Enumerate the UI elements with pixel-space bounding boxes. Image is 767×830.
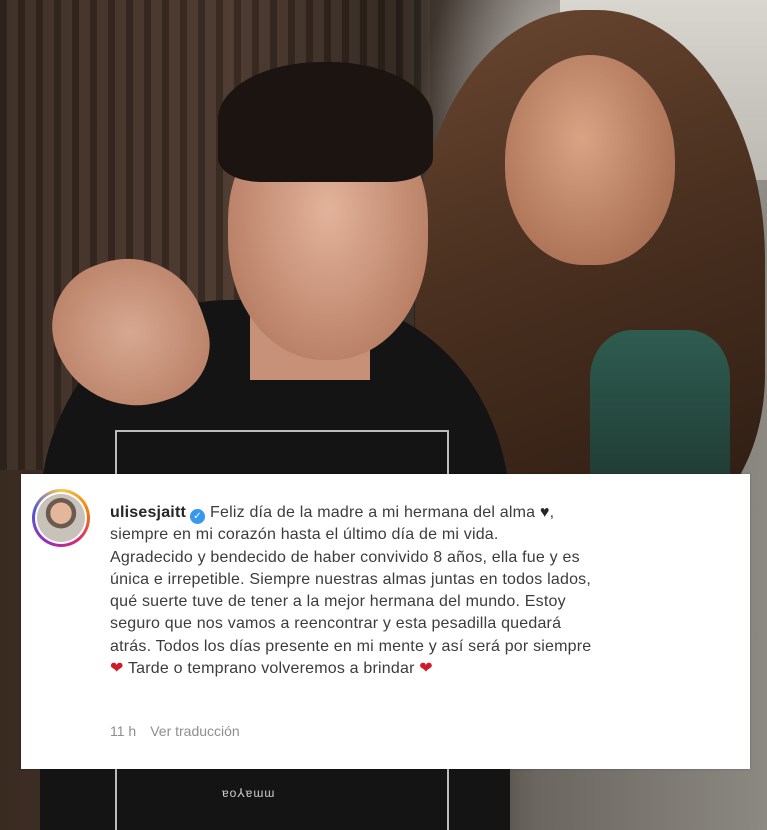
timestamp: 11 h [110,723,137,739]
caption-line-1: ulisesjaitt ✓ Feliz día de la madre a mi h… [110,502,740,524]
shirt-print-text: ɐo⅄ɐɯɯ [222,786,276,800]
caption-line-2: siempre en mi corazón hasta el último dí… [110,526,499,544]
caption-line-4: única e irrepetible. Siempre nuestras al… [110,570,592,588]
man-hair [218,62,433,182]
instagram-caption-card: ulisesjaitt ✓ Feliz día de la madre a mi h… [21,474,750,769]
avatar[interactable] [35,492,87,544]
avatar-image [37,494,85,542]
caption-line-8: ❤ Tarde o temprano volveremos a brindar … [110,658,740,680]
black-heart-icon: ♥ [539,504,550,521]
caption-line-7: atrás. Todos los días presente en mi men… [110,637,592,655]
caption-text-1: Feliz día de la madre a mi hermana del a… [210,504,536,521]
translate-link[interactable]: Ver traducción [150,723,240,739]
username-link[interactable]: ulisesjaitt [110,504,186,521]
verified-badge-icon: ✓ [190,509,206,524]
red-heart-icon: ❤ [419,660,433,678]
caption-line-3: Agradecido y bendecido de haber convivid… [110,548,580,566]
woman-top [590,330,730,490]
caption-line-6: seguro que nos vamos a reencontrar y est… [110,615,562,633]
caption-line-5: qué suerte tuve de tener a la mejor herm… [110,593,566,611]
red-heart-icon: ❤ [110,660,124,678]
post-caption: ulisesjaitt ✓ Feliz día de la madre a mi h… [110,502,740,680]
woman-face [505,55,675,265]
story-ring[interactable] [32,489,90,547]
post-meta: 11 h Ver traducción [110,723,240,739]
caption-text-8: Tarde o temprano volveremos a brindar [127,660,415,678]
caption-comma: , [549,504,555,521]
